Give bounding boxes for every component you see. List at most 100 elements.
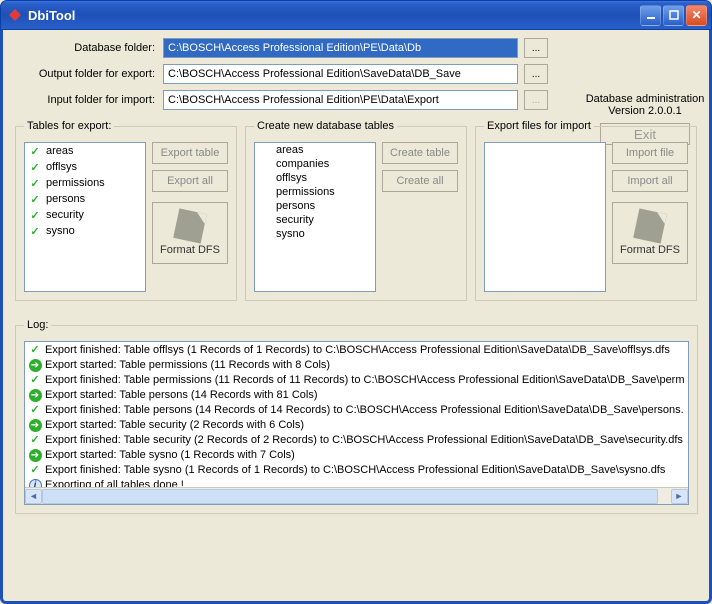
import-listbox[interactable]: [484, 142, 606, 292]
list-item[interactable]: ✓ sysno: [25, 223, 145, 239]
export-panel: Tables for export: ✓ areas ✓ offlsys ✓permis…: [15, 120, 237, 301]
log-text: Export finished: Table sysno (1 Records …: [45, 463, 665, 478]
export-format-button[interactable]: Format DFS: [152, 202, 228, 264]
list-item[interactable]: permissions: [255, 185, 375, 199]
list-item[interactable]: security: [255, 213, 375, 227]
admin-version: Version 2.0.0.1: [580, 105, 710, 117]
import-format-button[interactable]: Format DFS: [612, 202, 688, 264]
close-button[interactable]: ✕: [686, 5, 707, 26]
list-item-label: security: [46, 209, 84, 221]
list-item[interactable]: ✓ security: [25, 207, 145, 223]
log-text: Export started: Table sysno (1 Records w…: [45, 448, 295, 463]
list-item-label: offlsys: [46, 161, 77, 173]
scroll-right-icon[interactable]: ►: [671, 489, 688, 504]
log-line: ➔Export started: Table sysno (1 Records …: [26, 448, 687, 463]
log-line: ✓Export finished: Table offlsys (1 Recor…: [26, 343, 687, 358]
output-folder-label: Output folder for export:: [15, 68, 163, 80]
check-icon: ✓: [28, 344, 42, 358]
arrow-icon: ➔: [28, 449, 42, 463]
import-all-button[interactable]: Import all: [612, 170, 688, 192]
log-hscrollbar[interactable]: ◄ ►: [25, 487, 688, 504]
export-all-button[interactable]: Export all: [152, 170, 228, 192]
titlebar[interactable]: DbiTool ✕: [0, 0, 712, 30]
create-listbox[interactable]: areascompaniesofflsyspermissions persons s…: [254, 142, 376, 292]
list-item[interactable]: companies: [255, 157, 375, 171]
log-line: ➔Export started: Table permissions (11 R…: [26, 358, 687, 373]
log-line: ✓Export finished: Table persons (14 Reco…: [26, 403, 687, 418]
log-panel: Log: ✓Export finished: Table offlsys (1 …: [15, 319, 698, 514]
import-panel: Export files for import Import file Impo…: [475, 120, 697, 301]
check-icon: ✓: [28, 160, 42, 174]
sheet-icon: [633, 208, 667, 243]
check-icon: ✓: [28, 176, 42, 190]
create-legend: Create new database tables: [254, 120, 397, 132]
list-item[interactable]: areas: [255, 143, 375, 157]
log-box: ✓Export finished: Table offlsys (1 Recor…: [24, 341, 689, 505]
log-text: Exporting of all tables done !: [45, 478, 184, 487]
list-item[interactable]: ✓ offlsys: [25, 159, 145, 175]
scroll-thumb[interactable]: [42, 489, 658, 504]
list-item-label: permissions: [276, 186, 335, 198]
list-item[interactable]: ✓ areas: [25, 143, 145, 159]
maximize-button[interactable]: [663, 5, 684, 26]
arrow-icon: ➔: [28, 419, 42, 433]
log-line: iExporting of all tables done !: [26, 478, 687, 487]
check-icon: ✓: [28, 404, 42, 418]
log-body[interactable]: ✓Export finished: Table offlsys (1 Recor…: [25, 342, 688, 487]
list-item-label: areas: [276, 144, 304, 156]
log-line: ✓Export finished: Table permissions (11 …: [26, 373, 687, 388]
db-folder-browse-button[interactable]: ...: [524, 38, 548, 58]
info-icon: i: [28, 479, 42, 488]
log-line: ➔Export started: Table persons (14 Recor…: [26, 388, 687, 403]
list-item-label: areas: [46, 145, 74, 157]
list-item[interactable]: persons: [255, 199, 375, 213]
log-text: Export started: Table persons (14 Record…: [45, 388, 317, 403]
input-folder-label: Input folder for import:: [15, 94, 163, 106]
create-all-button[interactable]: Create all: [382, 170, 458, 192]
db-folder-label: Database folder:: [15, 42, 163, 54]
scroll-left-icon[interactable]: ◄: [25, 489, 42, 504]
export-listbox[interactable]: ✓areas✓offlsys✓permissions✓persons✓secur…: [24, 142, 146, 292]
export-format-label: Format DFS: [160, 244, 220, 256]
import-format-label: Format DFS: [620, 244, 680, 256]
log-text: Export started: Table security (2 Record…: [45, 418, 304, 433]
check-icon: ✓: [28, 144, 42, 158]
list-item[interactable]: offlsys: [255, 171, 375, 185]
output-folder-browse-button[interactable]: ...: [524, 64, 548, 84]
list-item[interactable]: ✓ persons: [25, 191, 145, 207]
log-line: ➔Export started: Table security (2 Recor…: [26, 418, 687, 433]
check-icon: ✓: [28, 208, 42, 222]
export-table-button[interactable]: Export table: [152, 142, 228, 164]
log-text: Export finished: Table persons (14 Recor…: [45, 403, 684, 418]
sheet-icon: [173, 208, 207, 243]
list-item-label: persons: [46, 193, 85, 205]
minimize-button[interactable]: [640, 5, 661, 26]
log-text: Export finished: Table security (2 Recor…: [45, 433, 683, 448]
check-icon: ✓: [28, 192, 42, 206]
app-icon: [7, 7, 23, 23]
create-panel: Create new database tables areascompanie…: [245, 120, 467, 301]
check-icon: ✓: [28, 374, 42, 388]
input-folder-browse-button: ...: [524, 90, 548, 110]
log-line: ✓Export finished: Table security (2 Reco…: [26, 433, 687, 448]
export-legend: Tables for export:: [24, 120, 114, 132]
arrow-icon: ➔: [28, 359, 42, 373]
list-item[interactable]: sysno: [255, 227, 375, 241]
check-icon: ✓: [28, 434, 42, 448]
create-table-button[interactable]: Create table: [382, 142, 458, 164]
list-item-label: sysno: [46, 225, 75, 237]
db-folder-input[interactable]: [163, 38, 518, 58]
list-item-label: security: [276, 214, 314, 226]
import-file-button[interactable]: Import file: [612, 142, 688, 164]
check-icon: ✓: [28, 464, 42, 478]
arrow-icon: ➔: [28, 389, 42, 403]
list-item-label: sysno: [276, 228, 305, 240]
log-text: Export started: Table permissions (11 Re…: [45, 358, 330, 373]
output-folder-input[interactable]: [163, 64, 518, 84]
log-line: ✓Export finished: Table sysno (1 Records…: [26, 463, 687, 478]
check-icon: ✓: [28, 224, 42, 238]
log-text: Export finished: Table permissions (11 R…: [45, 373, 685, 388]
list-item[interactable]: ✓permissions: [25, 175, 145, 191]
list-item-label: persons: [276, 200, 315, 212]
input-folder-input[interactable]: [163, 90, 518, 110]
